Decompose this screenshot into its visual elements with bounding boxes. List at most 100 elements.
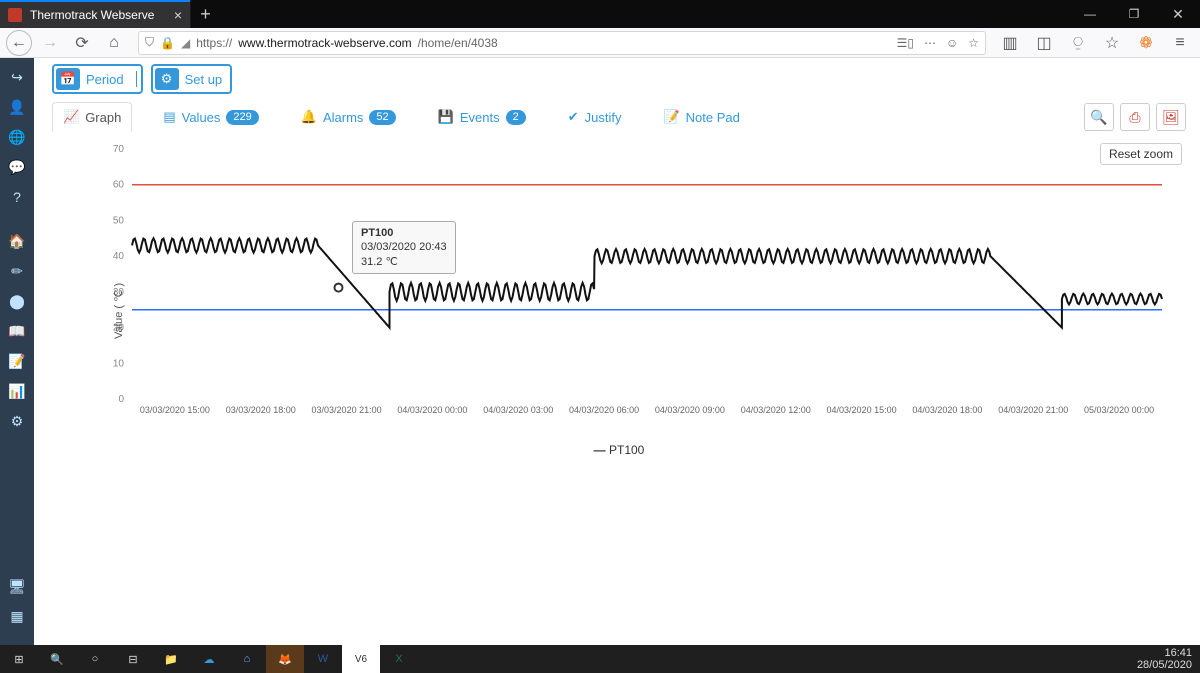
sidebar-globe-icon[interactable]: 🌐 (0, 122, 34, 152)
sidebar-pencil-icon[interactable]: ✏ (0, 256, 34, 286)
sidebar-monitor-icon[interactable]: 🖥 (0, 571, 34, 601)
taskbar-clock[interactable]: 16:41 28/05/2020 (1137, 647, 1200, 671)
favicon (8, 8, 22, 22)
temperature-line-chart[interactable]: 01020304050607003/03/2020 15:0003/03/202… (52, 139, 1172, 439)
gear-icon: ⚙ (155, 68, 179, 90)
home-button[interactable]: ⌂ (100, 30, 128, 56)
back-button[interactable]: ← (6, 30, 32, 56)
tooltip-timestamp: 03/03/2020 20:43 (361, 240, 447, 254)
tab-justify[interactable]: ✔ Justify (557, 102, 633, 132)
app2-icon[interactable]: V6 (342, 645, 380, 673)
more-icon[interactable]: ⋯ (924, 36, 936, 50)
graph-icon: 📈 (63, 109, 79, 125)
svg-text:03/03/2020 18:00: 03/03/2020 18:00 (226, 405, 296, 415)
sidebar-logout-icon[interactable]: ↪ (0, 62, 34, 92)
explorer-icon[interactable]: 📁 (152, 645, 190, 673)
taskview-icon[interactable]: ⊟ (114, 645, 152, 673)
window-close-button[interactable]: ✕ (1156, 0, 1200, 28)
reader-icon[interactable]: ☰▯ (897, 36, 914, 50)
url-host: www.thermotrack-webserve.com (238, 36, 411, 50)
svg-text:03/03/2020 15:00: 03/03/2020 15:00 (140, 405, 210, 415)
tooltip-value: 31.2 ℃ (361, 255, 447, 269)
addon-icon[interactable]: ❁ (1132, 30, 1160, 56)
lock-icon: 🔒 (160, 36, 175, 50)
tab-alarms[interactable]: 🔔 Alarms 52 (290, 102, 407, 132)
word-icon[interactable]: W (304, 645, 342, 673)
sidebar-settings-icon[interactable]: ⚙ (0, 406, 34, 436)
svg-text:04/03/2020 00:00: 04/03/2020 00:00 (397, 405, 467, 415)
windows-taskbar: ⊞ 🔍 ○ ⊟ 📁 ☁ ⌂ 🦊 W V6 X 16:41 28/05/2020 (0, 645, 1200, 673)
firefox-icon[interactable]: 🦊 (266, 645, 304, 673)
tab-close-icon[interactable]: × (174, 7, 182, 23)
tab-graph[interactable]: 📈 Graph (52, 102, 132, 132)
setup-button[interactable]: ⚙ Set up (151, 64, 233, 94)
sidebar-user-icon[interactable]: 👤 (0, 92, 34, 122)
cloud-icon[interactable]: ☁ (190, 645, 228, 673)
tab-graph-label: Graph (85, 110, 121, 125)
url-prefix: https:// (196, 36, 232, 50)
shield-icon: ⛉ (145, 35, 154, 50)
svg-text:03/03/2020 21:00: 03/03/2020 21:00 (312, 405, 382, 415)
url-path: /home/en/4038 (418, 36, 498, 50)
bookmark-star-icon[interactable]: ☆ (968, 36, 979, 50)
new-tab-button[interactable]: + (190, 0, 220, 28)
cortana-icon[interactable]: ○ (76, 645, 114, 673)
library-icon[interactable]: ▥ (996, 30, 1024, 56)
sidebar-home-icon[interactable]: 🏠 (0, 226, 34, 256)
values-badge: 229 (226, 110, 258, 125)
sidebar-ball-icon[interactable]: ⬤ (0, 286, 34, 316)
svg-text:0: 0 (118, 394, 124, 405)
svg-text:04/03/2020 09:00: 04/03/2020 09:00 (655, 405, 725, 415)
sidebar-grid-icon[interactable]: ▦ (0, 601, 34, 631)
tab-notepad[interactable]: 📝 Note Pad (652, 102, 750, 132)
menu-icon[interactable]: ≡ (1166, 30, 1194, 56)
sidebar-chat-icon[interactable]: 💬 (0, 152, 34, 182)
forward-button[interactable]: → (36, 30, 64, 56)
tab-events[interactable]: 💾 Events 2 (427, 102, 537, 132)
chart-container: Reset zoom 01020304050607003/03/2020 15:… (52, 139, 1186, 457)
period-label: Period (84, 72, 130, 87)
check-icon: ✔ (568, 109, 579, 125)
start-button[interactable]: ⊞ (0, 645, 38, 673)
tab-values[interactable]: ▤ Values 229 (152, 102, 269, 132)
tooltip-series: PT100 (361, 226, 447, 240)
protection-icon[interactable]: ☺ (946, 36, 958, 50)
sidebar-edit-icon[interactable]: 📝 (0, 346, 34, 376)
svg-text:04/03/2020 12:00: 04/03/2020 12:00 (741, 405, 811, 415)
browser-navbar: ← → ⟳ ⌂ ⛉ 🔒 ◢ https://www.thermotrack-we… (0, 28, 1200, 58)
app-sidebar: ↪ 👤 🌐 💬 ? 🏠 ✏ ⬤ 📖 📝 📊 ⚙ 🖥 ▦ (0, 58, 34, 645)
search-taskbar-icon[interactable]: 🔍 (38, 645, 76, 673)
bell-icon: 🔔 (301, 109, 317, 125)
reset-zoom-button[interactable]: Reset zoom (1100, 143, 1182, 165)
star2-icon[interactable]: ☆ (1098, 30, 1126, 56)
clock-date: 28/05/2020 (1137, 659, 1192, 671)
browser-titlebar: Thermotrack Webserve × + — ❐ ✕ (0, 0, 1200, 28)
period-button[interactable]: 📅 Period (52, 64, 143, 94)
url-bar[interactable]: ⛉ 🔒 ◢ https://www.thermotrack-webserve.c… (138, 31, 986, 55)
events-badge: 2 (506, 110, 526, 125)
search-button[interactable]: 🔍 (1084, 103, 1114, 131)
svg-text:04/03/2020 21:00: 04/03/2020 21:00 (998, 405, 1068, 415)
svg-text:70: 70 (113, 144, 125, 155)
svg-text:60: 60 (113, 180, 125, 191)
export-pdf-button[interactable]: ⎙ (1120, 103, 1150, 131)
window-maximize-button[interactable]: ❐ (1112, 0, 1156, 28)
export-image-button[interactable]: 🖼 (1156, 103, 1186, 131)
sidebar-dash-icon[interactable]: 📊 (0, 376, 34, 406)
app1-icon[interactable]: ⌂ (228, 645, 266, 673)
sidebar-book-icon[interactable]: 📖 (0, 316, 34, 346)
browser-tab[interactable]: Thermotrack Webserve × (0, 0, 190, 28)
svg-text:05/03/2020 00:00: 05/03/2020 00:00 (1084, 405, 1154, 415)
reload-button[interactable]: ⟳ (68, 30, 96, 56)
calendar-icon: 📅 (56, 68, 80, 90)
sidebar-help-icon[interactable]: ? (0, 182, 34, 212)
account-icon[interactable]: ⍜ (1064, 30, 1092, 56)
tab-events-label: Events (460, 110, 500, 125)
clock-time: 16:41 (1137, 647, 1192, 659)
tab-justify-label: Justify (585, 110, 622, 125)
sidebar-icon[interactable]: ◫ (1030, 30, 1058, 56)
legend-label: PT100 (609, 443, 644, 457)
window-minimize-button[interactable]: — (1068, 0, 1112, 28)
svg-text:40: 40 (113, 251, 125, 262)
excel-icon[interactable]: X (380, 645, 418, 673)
